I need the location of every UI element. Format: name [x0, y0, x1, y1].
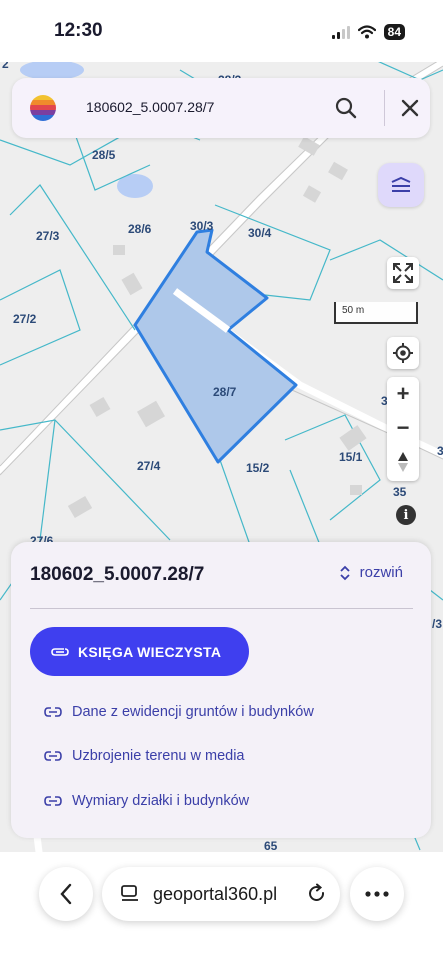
- parcel-label: 3: [437, 444, 443, 458]
- zoom-out-button[interactable]: −: [387, 411, 419, 445]
- sheet-divider: [30, 608, 413, 609]
- more-options-button[interactable]: [350, 867, 404, 921]
- expand-arrows-icon: [393, 263, 413, 283]
- url-domain: geoportal360.pl: [153, 884, 278, 904]
- link-land-records[interactable]: Dane z ewidencji gruntów i budynków: [44, 704, 314, 720]
- reload-icon[interactable]: [307, 883, 327, 905]
- info-icon[interactable]: i: [396, 505, 416, 525]
- parcel-28-7-highlight[interactable]: [133, 228, 298, 464]
- parcel-label: 27/3: [36, 229, 60, 243]
- parcel-label: 30/4: [248, 226, 272, 240]
- search-divider: [384, 90, 385, 126]
- link-dimensions[interactable]: Wymiary działki i budynków: [44, 793, 249, 809]
- parcel-label: 15/2: [246, 461, 270, 475]
- link-label: Dane z ewidencji gruntów i budynków: [72, 704, 314, 720]
- zoom-in-button[interactable]: +: [387, 377, 419, 411]
- land-register-button[interactable]: KSIĘGA WIECZYSTA: [30, 627, 249, 676]
- layers-icon: [391, 176, 411, 192]
- parcel-label: 35: [393, 485, 407, 499]
- status-icons: 84: [331, 24, 405, 40]
- expand-toggle[interactable]: rozwiń: [340, 564, 403, 581]
- back-button[interactable]: [39, 867, 93, 921]
- layers-button[interactable]: [378, 163, 424, 207]
- search-input[interactable]: 180602_5.0007.28/7: [86, 99, 214, 115]
- app-logo-icon: [30, 95, 56, 121]
- compass-button[interactable]: [387, 445, 419, 479]
- fullscreen-button[interactable]: [387, 257, 419, 289]
- link-icon: [44, 796, 62, 806]
- parcel-label: 27/2: [13, 312, 37, 326]
- land-register-label: KSIĘGA WIECZYSTA: [78, 643, 222, 660]
- link-label: Wymiary działki i budynków: [72, 793, 250, 809]
- parcel-info-sheet: 180602_5.0007.28/7 rozwiń KSIĘGA WIECZYS…: [11, 542, 431, 838]
- search-icon[interactable]: [334, 96, 358, 120]
- parcel-label: /3: [432, 617, 442, 631]
- chevron-up-down-icon: [340, 565, 350, 580]
- parcel-label: 65: [264, 839, 278, 852]
- status-bar: 12:30 84: [0, 0, 443, 62]
- paperclip-icon: [50, 646, 70, 658]
- page-menu-icon[interactable]: [120, 885, 140, 903]
- link-icon: [44, 707, 62, 717]
- wifi-icon: [357, 25, 376, 39]
- ellipsis-icon: [365, 891, 389, 897]
- close-icon[interactable]: [400, 98, 420, 118]
- zoom-controls: + −: [387, 377, 419, 481]
- locate-me-button[interactable]: [387, 337, 419, 369]
- expand-label: rozwiń: [359, 564, 403, 581]
- search-bar[interactable]: 180602_5.0007.28/7: [12, 78, 430, 138]
- parcel-label: 27/4: [137, 459, 161, 473]
- link-label: Uzbrojenie terenu w media: [72, 748, 245, 764]
- compass-icon: [398, 452, 408, 472]
- map-scale: 50 m: [334, 302, 418, 324]
- parcel-label: 28/7: [213, 385, 237, 399]
- parcel-label: 2: [2, 62, 9, 71]
- parcel-label: 15/1: [339, 450, 363, 464]
- battery-icon: 84: [383, 24, 405, 40]
- chevron-left-icon: [60, 883, 72, 905]
- link-icon: [44, 751, 62, 761]
- signal-icon: [331, 25, 350, 39]
- parcel-label: 28/5: [92, 148, 116, 162]
- parcel-label: 28/6: [128, 222, 152, 236]
- parcel-title: 180602_5.0007.28/7: [30, 564, 205, 585]
- address-bar[interactable]: geoportal360.pl: [102, 867, 340, 921]
- gps-target-icon: [393, 343, 413, 363]
- link-utilities[interactable]: Uzbrojenie terenu w media: [44, 748, 244, 764]
- status-time: 12:30: [54, 20, 103, 41]
- parcel-label: 30/3: [190, 219, 214, 233]
